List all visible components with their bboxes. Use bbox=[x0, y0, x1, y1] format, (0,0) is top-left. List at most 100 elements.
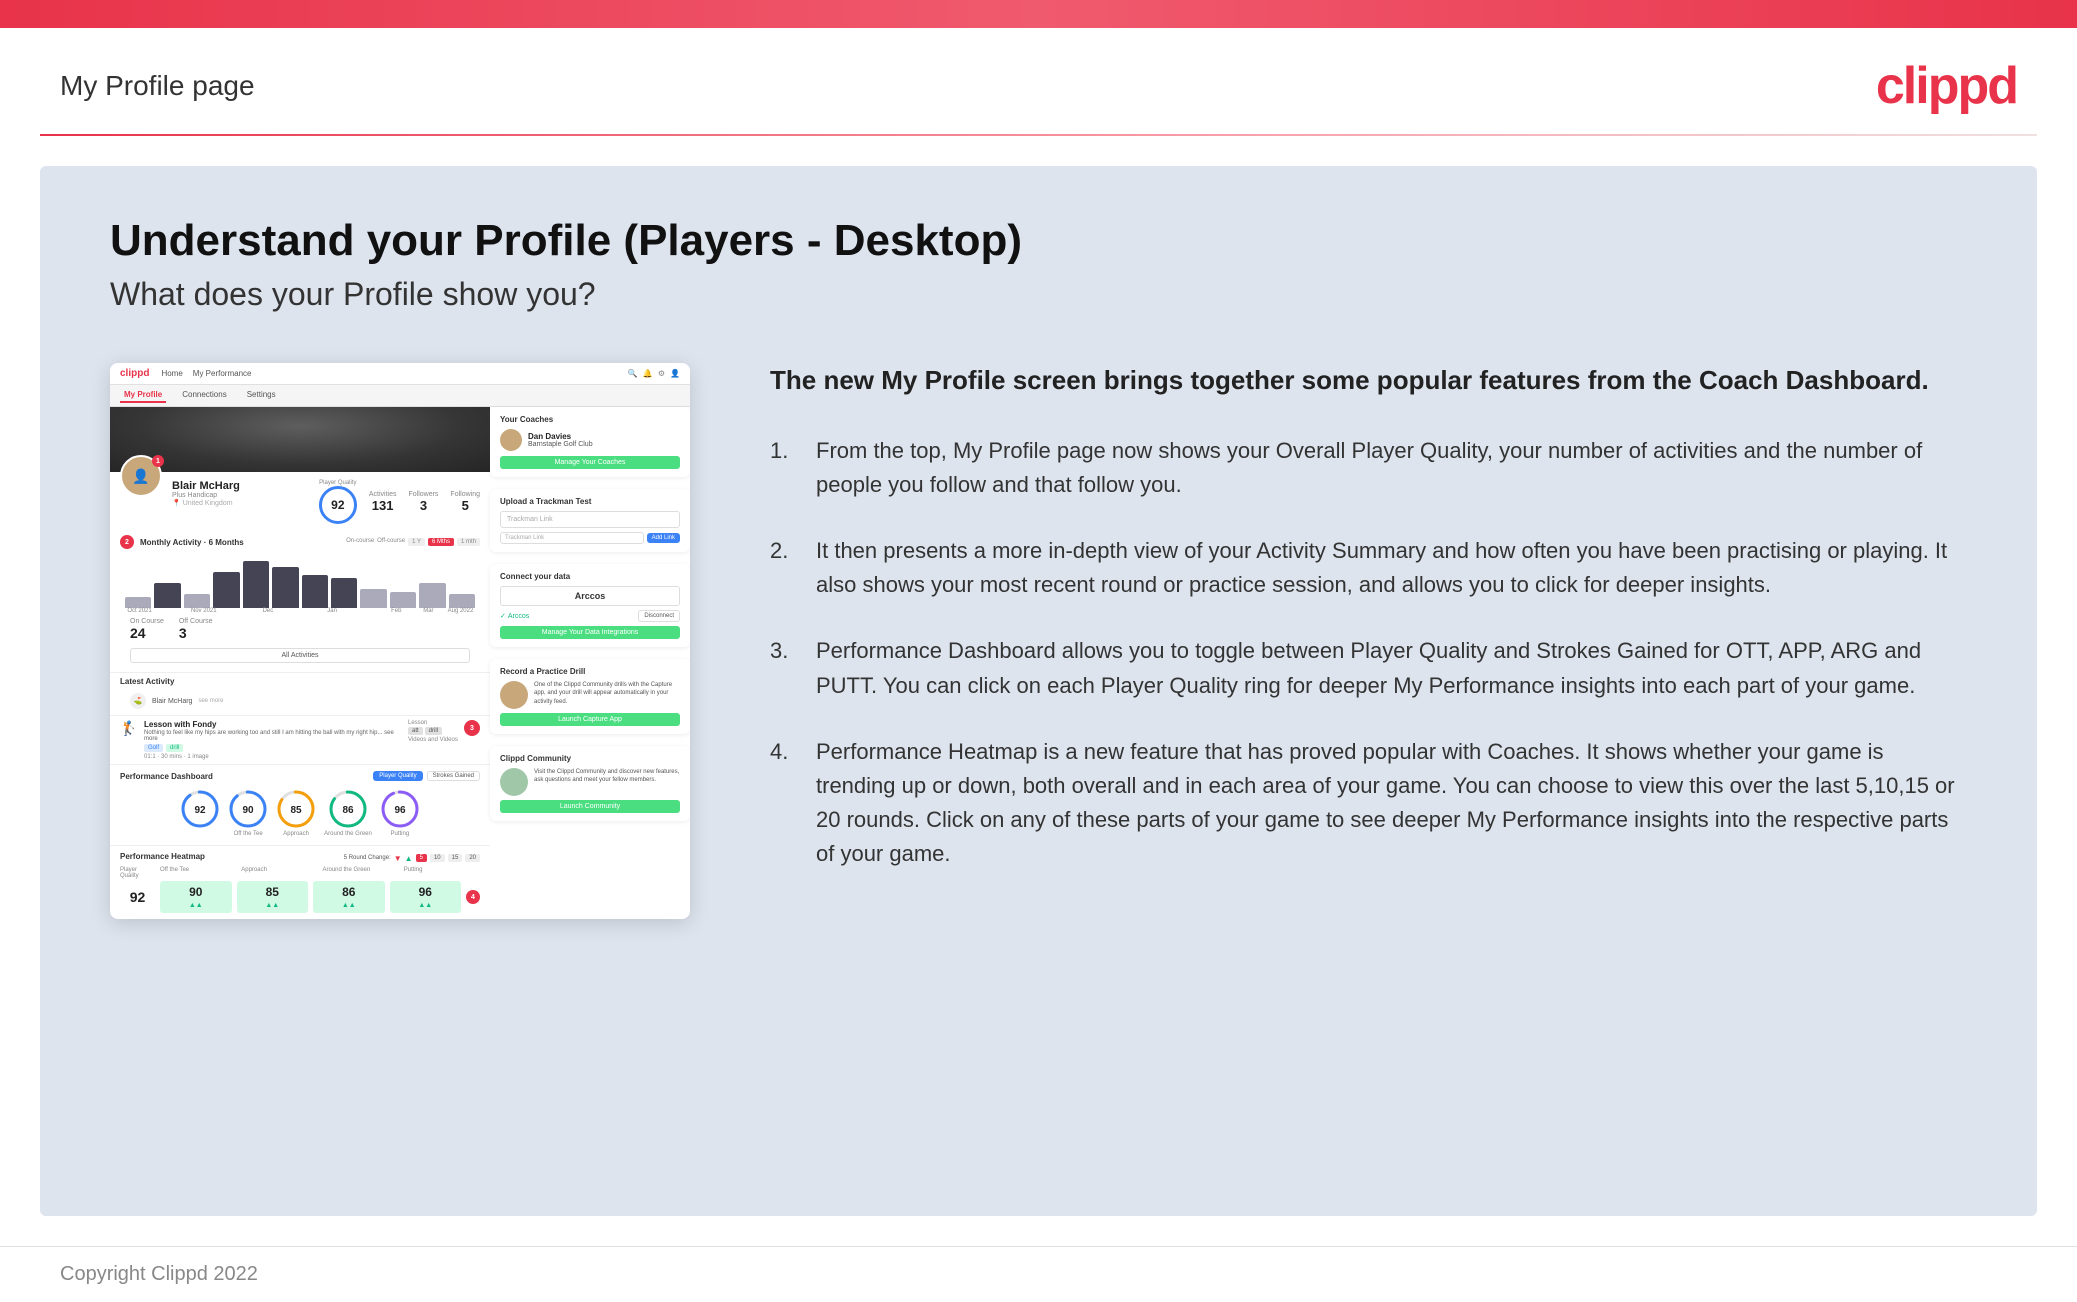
ring-overall[interactable]: 92 bbox=[180, 789, 220, 837]
manage-integrations-btn[interactable]: Manage Your Data Integrations bbox=[500, 626, 680, 639]
heatmap-offtee-cell[interactable]: 90 ▲▲ bbox=[160, 881, 232, 913]
ring-around-green[interactable]: 86 Around the Green bbox=[324, 789, 372, 837]
ring-overall-svg: 92 bbox=[180, 789, 220, 829]
heatmap-putting-cell[interactable]: 96 ▲▲ bbox=[390, 881, 462, 913]
coaches-panel: Your Coaches Dan Davies Barnstaple Golf … bbox=[490, 407, 690, 477]
arccos-connect-row: ✓ Arccos Disconnect bbox=[500, 610, 680, 622]
performance-dashboard-section: Performance Dashboard Player Quality Str… bbox=[110, 765, 490, 846]
perf-btn-strokes[interactable]: Strokes Gained bbox=[427, 771, 480, 781]
activity-item-1[interactable]: ⛳ Blair McHarg see more bbox=[120, 689, 480, 713]
arccos-item: Arccos bbox=[500, 586, 680, 606]
community-panel: Clippd Community Visit the Clippd Commun… bbox=[490, 746, 690, 821]
ring-approach[interactable]: 85 Approach bbox=[276, 789, 316, 837]
chart-label-9: Feb bbox=[382, 608, 411, 614]
bar-2 bbox=[154, 583, 180, 608]
heatmap-approach-label: Approach bbox=[241, 867, 317, 879]
drill-avatar bbox=[500, 681, 528, 709]
launch-capture-btn[interactable]: Launch Capture App bbox=[500, 713, 680, 726]
all-activities-btn[interactable]: All Activities bbox=[130, 648, 470, 663]
avatar-wrap: 👤 1 bbox=[120, 455, 162, 497]
bar-12 bbox=[449, 594, 475, 608]
bell-icon[interactable]: 🔔 bbox=[643, 369, 653, 378]
main-subheading: What does your Profile show you? bbox=[110, 276, 1967, 313]
settings-icon[interactable]: ⚙ bbox=[658, 369, 665, 378]
subnav-profile[interactable]: My Profile bbox=[120, 388, 166, 403]
heatmap-btn-20[interactable]: 20 bbox=[465, 854, 480, 862]
heatmap-down-arrow: ▼ bbox=[394, 854, 402, 863]
chart-label-6 bbox=[285, 608, 314, 614]
feature-list: From the top, My Profile page now shows … bbox=[770, 434, 1967, 871]
bar-4 bbox=[213, 572, 239, 608]
trackman-add-btn[interactable]: Add Link bbox=[647, 533, 680, 543]
heatmap-btn-15[interactable]: 15 bbox=[448, 854, 463, 862]
app-main-panel: 👤 1 Blair McHarg Plus Handicap 📍 United … bbox=[110, 407, 490, 919]
ctrl-6m[interactable]: 6 Mths bbox=[428, 538, 454, 546]
off-course-stat: Off Course 3 bbox=[179, 618, 213, 641]
heatmap-btn-10[interactable]: 10 bbox=[430, 854, 445, 862]
heatmap-overall-cell[interactable]: 92 bbox=[120, 889, 155, 905]
app-profile-bg bbox=[110, 407, 490, 472]
perf-controls: Player Quality Strokes Gained bbox=[373, 771, 480, 781]
practice-drill-title: Record a Practice Drill bbox=[500, 667, 680, 676]
chart-labels: Oct 2021 Nov 2021 Dec Jan Feb Mar Au bbox=[120, 608, 480, 614]
location-text: United Kingdom bbox=[183, 500, 233, 507]
lesson-right: Lesson att drill Videos and Videos bbox=[408, 720, 458, 743]
header-divider bbox=[40, 134, 2037, 136]
heatmap-green-cell[interactable]: 86 ▲▲ bbox=[313, 881, 385, 913]
trackman-link-field[interactable]: Trackman Link bbox=[500, 532, 644, 544]
ctrl-1y[interactable]: 1 Y bbox=[408, 538, 425, 546]
lesson-meta: 01:1 · 30 mins · 1 image bbox=[144, 754, 402, 760]
nav-home[interactable]: Home bbox=[161, 369, 182, 378]
coach-name: Dan Davies bbox=[528, 432, 593, 441]
heatmap-approach-cell[interactable]: 85 ▲▲ bbox=[237, 881, 309, 913]
trackman-panel: Upload a Trackman Test Trackman Link Tra… bbox=[490, 489, 690, 552]
perf-btn-quality[interactable]: Player Quality bbox=[373, 771, 422, 781]
trackman-input[interactable]: Trackman Link bbox=[500, 511, 680, 528]
content-columns: clippd Home My Performance 🔍 🔔 ⚙ 👤 My Pr… bbox=[110, 363, 1967, 919]
app-nav-icons: 🔍 🔔 ⚙ 👤 bbox=[628, 369, 680, 378]
launch-community-btn[interactable]: Launch Community bbox=[500, 800, 680, 813]
lesson-badge-3: 3 bbox=[464, 720, 480, 736]
quality-score[interactable]: 92 bbox=[319, 486, 357, 524]
nav-performance[interactable]: My Performance bbox=[193, 369, 252, 378]
activity-controls: On-course Off-course 1 Y 6 Mths 1 mth bbox=[346, 538, 480, 546]
chart-label-1: Oct 2021 bbox=[125, 608, 154, 614]
subnav-connections[interactable]: Connections bbox=[178, 388, 230, 403]
top-bar bbox=[0, 0, 2077, 28]
heatmap-btn-5[interactable]: 5 bbox=[416, 854, 427, 862]
coaches-title: Your Coaches bbox=[500, 415, 680, 424]
ring-off-tee[interactable]: 90 Off the Tee bbox=[228, 789, 268, 837]
subnav-settings[interactable]: Settings bbox=[243, 388, 280, 403]
feature-text-2: It then presents a more in-depth view of… bbox=[816, 534, 1967, 602]
search-icon[interactable]: 🔍 bbox=[628, 369, 638, 378]
ctrl-1m[interactable]: 1 mth bbox=[457, 538, 480, 546]
chart-label-11: Aug 2022 bbox=[446, 608, 475, 614]
ring-putting[interactable]: 96 Putting bbox=[380, 789, 420, 837]
arccos-label: Arccos bbox=[508, 613, 529, 620]
chart-label-10: Mar bbox=[414, 608, 443, 614]
community-desc: Visit the Clippd Community and discover … bbox=[534, 768, 680, 796]
activities-stat: Activities 131 bbox=[369, 491, 397, 513]
on-course-value: 24 bbox=[130, 625, 164, 641]
bar-3 bbox=[184, 594, 210, 608]
activity-section: 2 Monthly Activity · 6 Months On-course … bbox=[110, 529, 490, 673]
svg-text:92: 92 bbox=[195, 805, 207, 816]
disconnect-btn[interactable]: Disconnect bbox=[638, 610, 680, 622]
app-body: 👤 1 Blair McHarg Plus Handicap 📍 United … bbox=[110, 407, 690, 919]
app-nav-items: Home My Performance bbox=[161, 369, 251, 378]
heatmap-approach-value: 85 bbox=[243, 885, 303, 899]
feature-item-3: Performance Dashboard allows you to togg… bbox=[770, 634, 1967, 702]
main-content: Understand your Profile (Players - Deskt… bbox=[40, 166, 2037, 1216]
trackman-row: Trackman Link Add Link bbox=[500, 532, 680, 544]
section-badge-2: 2 bbox=[120, 535, 134, 549]
followers-stat: Followers 3 bbox=[408, 491, 438, 513]
quality-ring: Player Quality 92 bbox=[319, 480, 357, 524]
manage-coaches-btn[interactable]: Manage Your Coaches bbox=[500, 456, 680, 469]
chart-label-4 bbox=[221, 608, 250, 614]
coach-avatar bbox=[500, 429, 522, 451]
heatmap-badge-4: 4 bbox=[466, 890, 480, 904]
latest-activity-title: Latest Activity bbox=[120, 677, 480, 686]
lesson-badge-wrap: 3 bbox=[464, 720, 480, 736]
avatar-icon[interactable]: 👤 bbox=[670, 369, 680, 378]
heatmap-overall-label: Player Quality bbox=[120, 867, 155, 879]
